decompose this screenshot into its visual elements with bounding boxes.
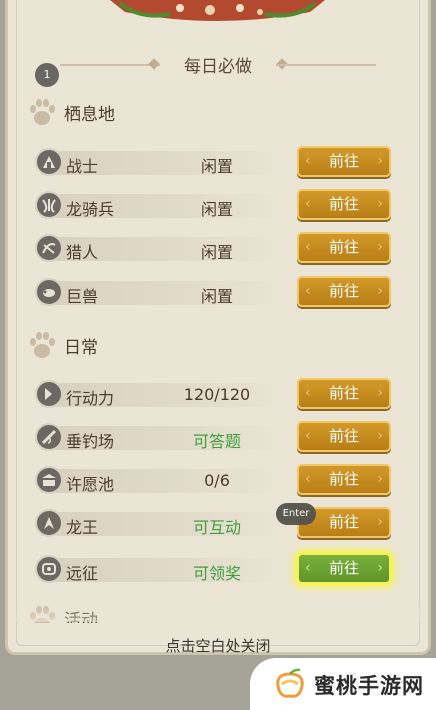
- go-button-highlighted[interactable]: ‹ 前往 ›: [297, 553, 391, 584]
- title-bar: 每日必做: [0, 50, 436, 80]
- task-row-warrior: 战士 闲置 ‹ 前往 ›: [35, 146, 395, 180]
- chevron-right-icon: ›: [377, 560, 383, 576]
- task-status: 闲置: [200, 157, 233, 176]
- close-hint[interactable]: 点击空白处关闭: [0, 635, 436, 656]
- task-row-fishing: 垂钓场 可答题 ‹ 前往 ›: [35, 421, 395, 455]
- section-label: 栖息地: [64, 105, 115, 125]
- task-row-dragon-king: 龙王 可互动 ‹ 前往 ›: [35, 507, 395, 541]
- task-status: 闲置: [200, 243, 233, 262]
- task-name: 许愿池: [66, 475, 115, 494]
- chevron-left-icon: ‹: [305, 471, 311, 487]
- chevron-right-icon: ›: [377, 196, 383, 212]
- chevron-left-icon: ‹: [305, 239, 311, 255]
- go-button[interactable]: ‹ 前往 ›: [297, 276, 391, 307]
- section-header-event: 活动: [28, 601, 178, 623]
- title-divider-right: [276, 64, 376, 66]
- task-name: 龙王: [66, 518, 99, 537]
- task-status: 闲置: [200, 287, 233, 306]
- task-row-wishing-well: 许愿池 0/6 ‹ 前往 ›: [35, 464, 395, 498]
- expedition-icon: [35, 555, 63, 583]
- watermark: 蜜桃手游网: [250, 658, 436, 710]
- chevron-left-icon: ‹: [305, 196, 311, 212]
- chevron-right-icon: ›: [377, 239, 383, 255]
- task-row-hunter: 猎人 闲置 ‹ 前往 ›: [35, 232, 395, 266]
- task-name: 龙骑兵: [66, 200, 115, 219]
- chevron-left-icon: ‹: [305, 428, 311, 444]
- go-button[interactable]: ‹ 前往 ›: [297, 464, 391, 495]
- task-name: 战士: [66, 157, 99, 176]
- task-row-behemoth: 巨兽 闲置 ‹ 前往 ›: [35, 276, 395, 310]
- task-row-expedition: 远征 可领奖 ‹ 前往 ›: [35, 553, 395, 587]
- go-button-label: 前往: [328, 470, 359, 488]
- go-button-label: 前往: [328, 152, 359, 170]
- task-row-dragoon: 龙骑兵 闲置 ‹ 前往 ›: [35, 189, 395, 223]
- panel-inner-border: [16, 0, 420, 646]
- go-button-label: 前往: [328, 384, 359, 402]
- task-name: 行动力: [66, 389, 115, 408]
- notification-badge: 1: [35, 63, 59, 87]
- task-name: 垂钓场: [66, 432, 115, 451]
- chevron-right-icon: ›: [377, 428, 383, 444]
- chevron-right-icon: ›: [377, 471, 383, 487]
- chevron-left-icon: ‹: [305, 385, 311, 401]
- go-button-label: 前往: [328, 427, 359, 445]
- dragoon-icon: [35, 191, 63, 219]
- hunter-icon: [35, 234, 63, 262]
- page-title: 每日必做: [184, 57, 252, 77]
- paw-icon: [30, 332, 55, 358]
- task-name: 远征: [66, 564, 99, 583]
- behemoth-icon: [35, 278, 63, 306]
- go-button[interactable]: ‹ 前往 ›: [297, 421, 391, 452]
- go-button[interactable]: ‹ 前往 ›: [297, 146, 391, 177]
- go-button-label: 前往: [328, 559, 359, 577]
- chevron-right-icon: ›: [377, 385, 383, 401]
- go-button[interactable]: ‹ 前往 ›: [297, 378, 391, 409]
- go-button-label: 前往: [328, 282, 359, 300]
- go-button-label: 前往: [328, 513, 359, 531]
- chevron-right-icon: ›: [377, 283, 383, 299]
- task-status: 可答题: [192, 432, 241, 451]
- chevron-left-icon: ‹: [305, 153, 311, 169]
- task-status: 闲置: [200, 200, 233, 219]
- title-divider-left: [60, 64, 160, 66]
- task-status: 0/6: [204, 471, 230, 490]
- top-ornament-icon: [110, 0, 325, 21]
- enter-key-hint: Enter: [276, 503, 316, 525]
- task-name: 巨兽: [66, 287, 99, 306]
- chevron-right-icon: ›: [377, 153, 383, 169]
- stamina-icon: [35, 380, 63, 408]
- section-label: 日常: [64, 338, 98, 358]
- title-diamond-left-icon: [148, 58, 160, 70]
- go-button[interactable]: ‹ 前往 ›: [297, 232, 391, 263]
- chevron-left-icon: ‹: [305, 560, 311, 576]
- task-status: 120/120: [183, 385, 251, 404]
- go-button-label: 前往: [328, 195, 359, 213]
- watermark-text: 蜜桃手游网: [314, 674, 424, 698]
- task-name: 猎人: [66, 243, 99, 262]
- dragon-king-icon: [35, 509, 63, 537]
- warrior-icon: [35, 148, 63, 176]
- chevron-right-icon: ›: [377, 514, 383, 530]
- peach-logo-icon: [276, 668, 304, 698]
- go-button[interactable]: ‹ 前往 ›: [297, 189, 391, 220]
- task-status: 可领奖: [192, 564, 241, 583]
- task-status: 可互动: [192, 518, 241, 537]
- paw-icon: [30, 99, 55, 125]
- wishing-well-icon: [35, 466, 63, 494]
- fishing-icon: [35, 423, 63, 451]
- chevron-left-icon: ‹: [305, 283, 311, 299]
- section-label: 活动: [64, 611, 98, 623]
- task-row-stamina: 行动力 120/120 ‹ 前往 ›: [35, 378, 395, 412]
- go-button-label: 前往: [328, 238, 359, 256]
- paw-icon: [30, 606, 55, 623]
